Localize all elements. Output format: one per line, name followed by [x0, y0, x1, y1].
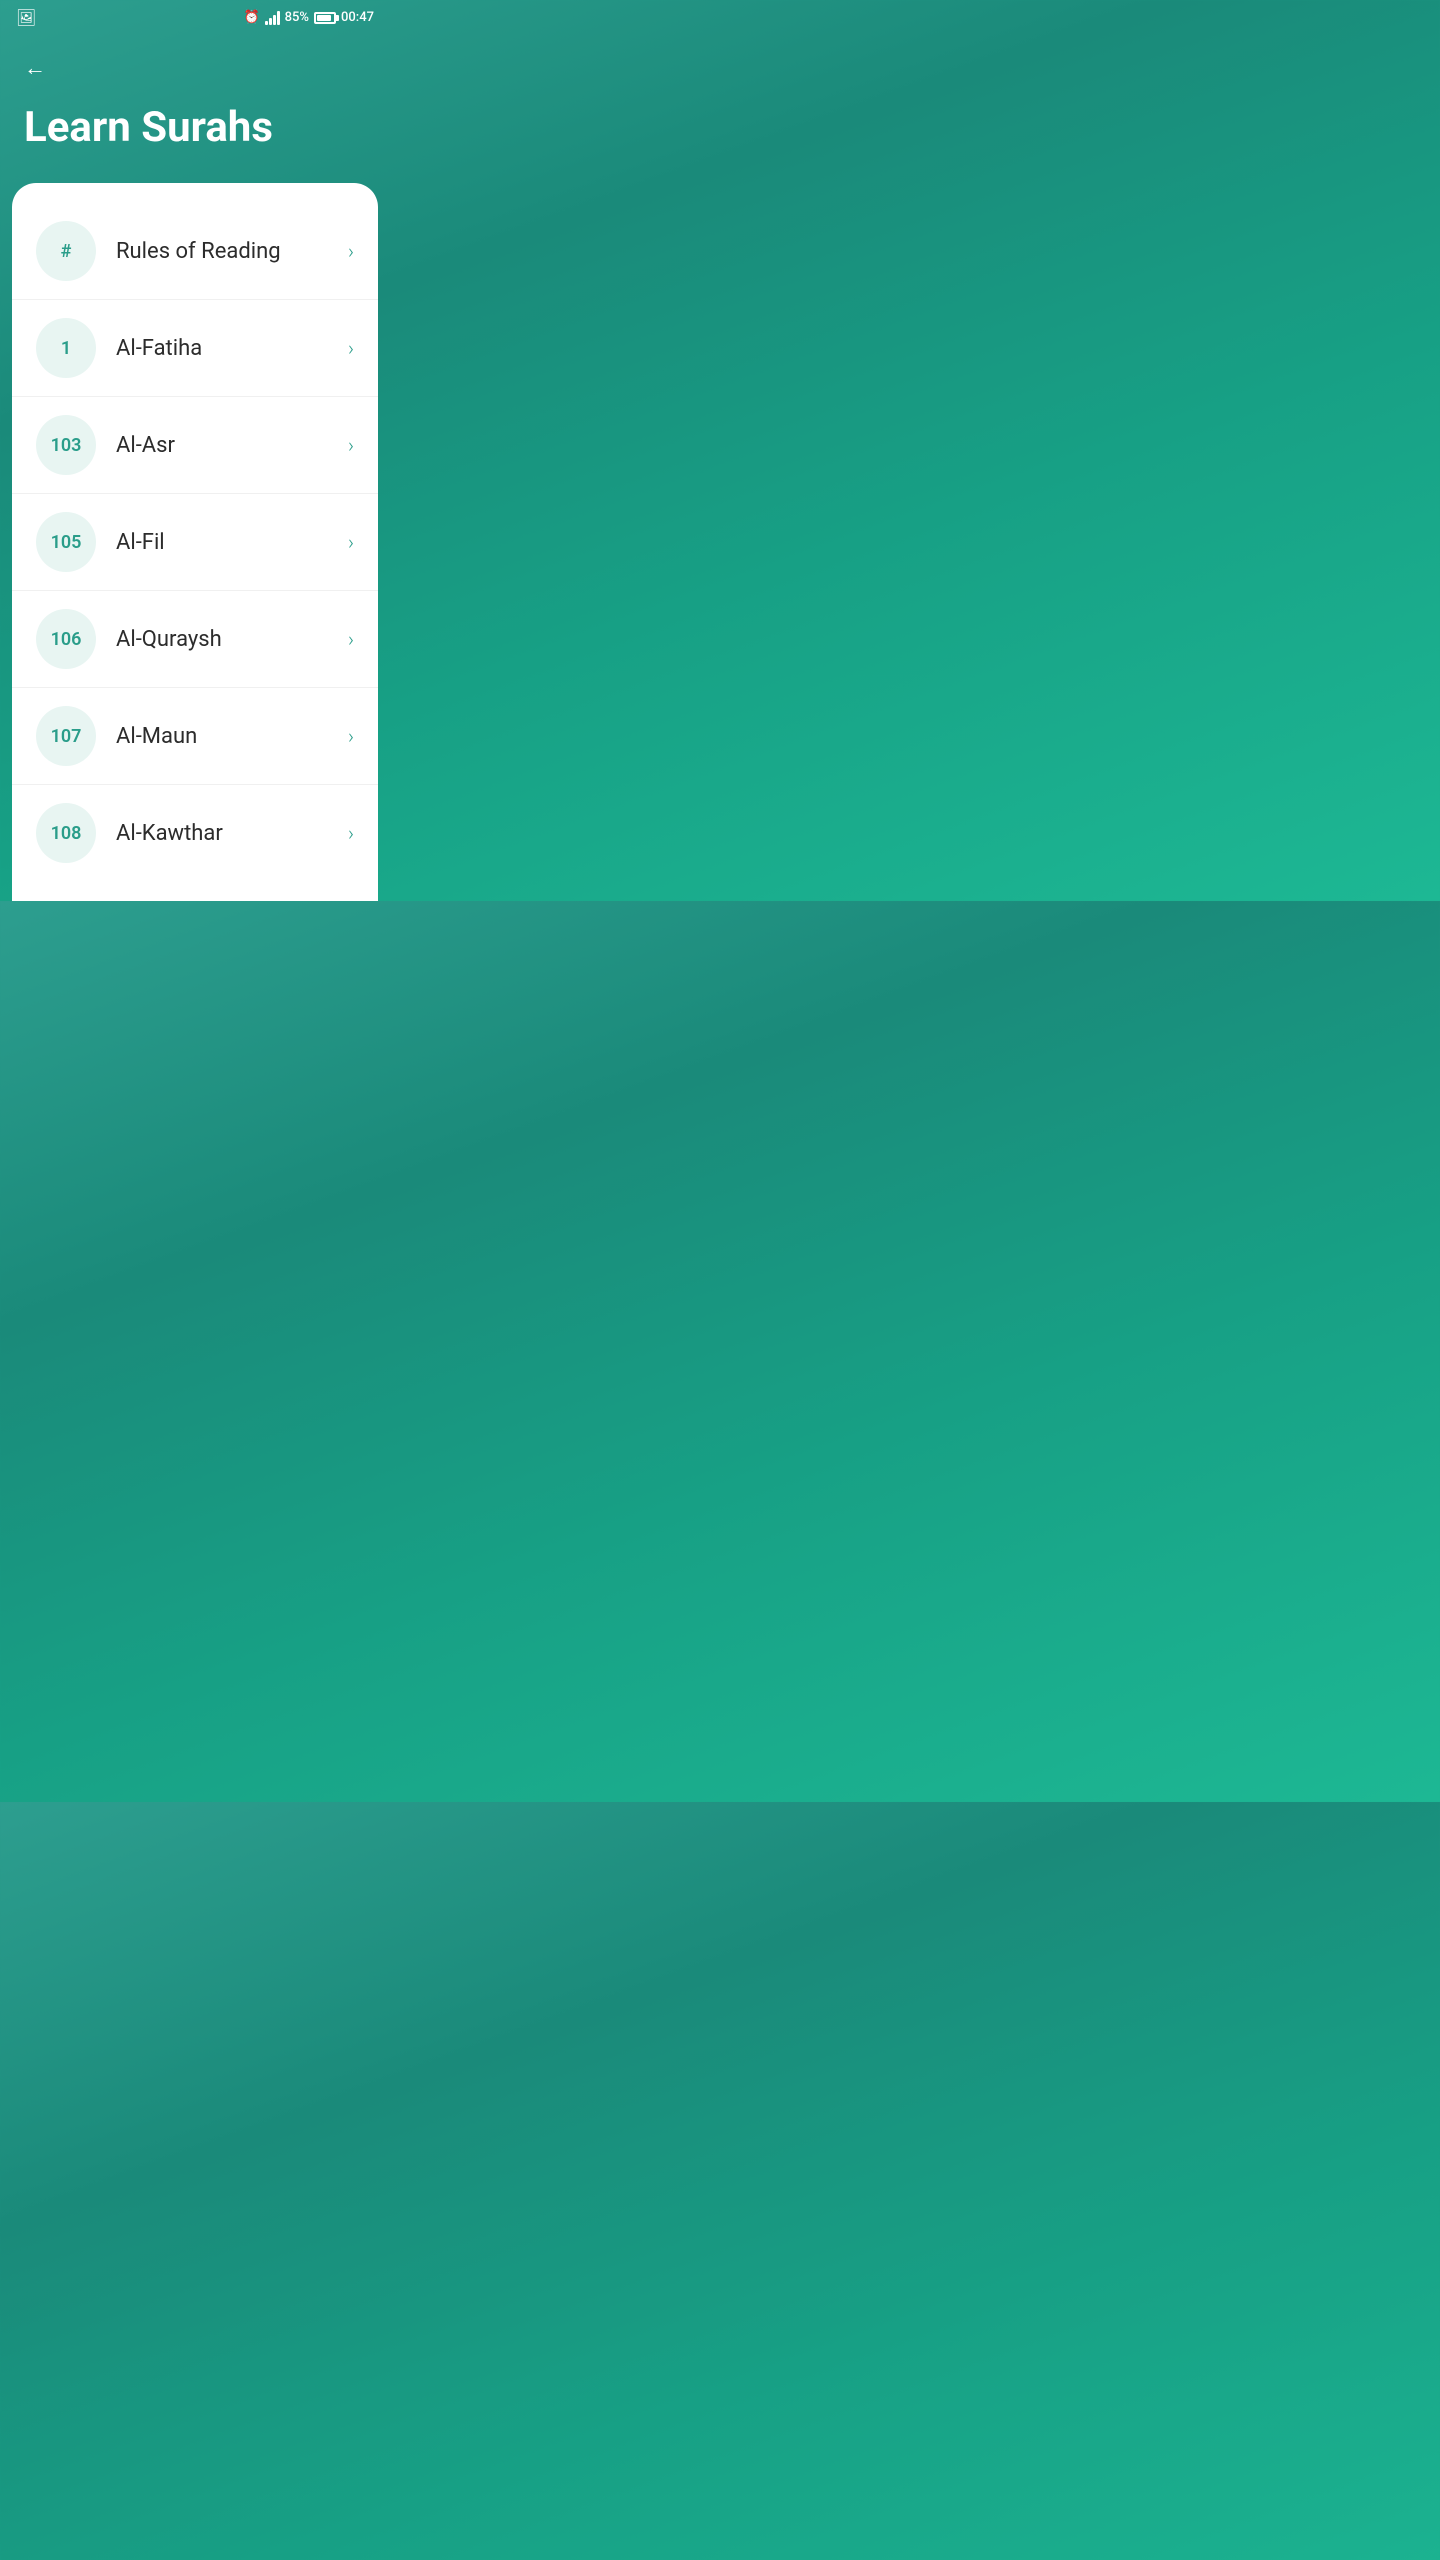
number-badge-al-maun: 107	[36, 706, 96, 766]
number-badge-rules: #	[36, 221, 96, 281]
item-name-rules: Rules of Reading	[116, 239, 348, 264]
chevron-icon-rules: ›	[348, 239, 354, 263]
item-name-al-fatiha: Al-Fatiha	[116, 336, 348, 361]
signal-icon	[265, 11, 280, 25]
surah-list: # Rules of Reading › 1 Al-Fatiha › 103 A…	[12, 203, 378, 881]
time-display: 00:47	[341, 10, 374, 25]
status-left: 🖼	[16, 8, 36, 27]
number-badge-al-asr: 103	[36, 415, 96, 475]
list-item-rules[interactable]: # Rules of Reading ›	[12, 203, 378, 300]
page-title: Learn Surahs	[24, 105, 366, 151]
item-name-al-maun: Al-Maun	[116, 724, 348, 749]
list-item-al-quraysh[interactable]: 106 Al-Quraysh ›	[12, 591, 378, 688]
item-name-al-quraysh: Al-Quraysh	[116, 627, 348, 652]
chevron-icon-al-fatiha: ›	[348, 336, 354, 360]
gallery-icon: 🖼	[16, 8, 36, 27]
header: ← Learn Surahs	[0, 35, 390, 183]
chevron-icon-al-fil: ›	[348, 530, 354, 554]
list-item-al-fil[interactable]: 105 Al-Fil ›	[12, 494, 378, 591]
battery-icon	[314, 12, 336, 24]
status-right: ⏰ 85% 00:47	[243, 10, 374, 25]
list-item-al-kawthar[interactable]: 108 Al-Kawthar ›	[12, 785, 378, 881]
chevron-icon-al-quraysh: ›	[348, 627, 354, 651]
list-item-al-fatiha[interactable]: 1 Al-Fatiha ›	[12, 300, 378, 397]
list-item-al-maun[interactable]: 107 Al-Maun ›	[12, 688, 378, 785]
alarm-icon: ⏰	[243, 10, 259, 25]
back-button[interactable]: ←	[24, 51, 46, 85]
item-name-al-kawthar: Al-Kawthar	[116, 821, 348, 846]
chevron-icon-al-kawthar: ›	[348, 821, 354, 845]
list-item-al-asr[interactable]: 103 Al-Asr ›	[12, 397, 378, 494]
number-badge-al-fatiha: 1	[36, 318, 96, 378]
status-bar: 🖼 ⏰ 85% 00:47	[0, 0, 390, 35]
battery-percent: 85%	[285, 10, 309, 25]
item-name-al-asr: Al-Asr	[116, 433, 348, 458]
chevron-icon-al-asr: ›	[348, 433, 354, 457]
chevron-icon-al-maun: ›	[348, 724, 354, 748]
number-badge-al-fil: 105	[36, 512, 96, 572]
content-card: # Rules of Reading › 1 Al-Fatiha › 103 A…	[12, 183, 378, 901]
item-name-al-fil: Al-Fil	[116, 530, 348, 555]
number-badge-al-quraysh: 106	[36, 609, 96, 669]
number-badge-al-kawthar: 108	[36, 803, 96, 863]
